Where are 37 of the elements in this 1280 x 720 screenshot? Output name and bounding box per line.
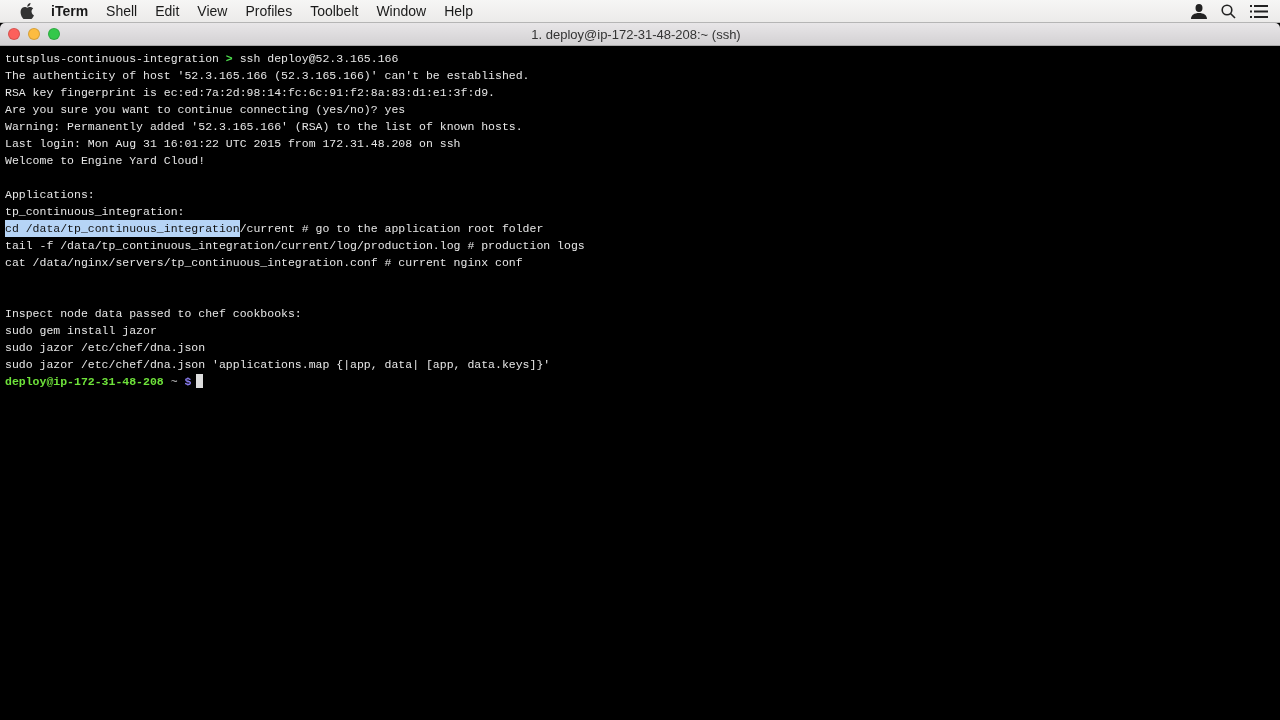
terminal-text: Warning: Permanently added '52.3.165.166' (RSA) to the list of known hosts.	[5, 119, 523, 135]
text-cursor	[196, 374, 204, 388]
terminal-text: tutsplus-continuous-integration	[5, 51, 220, 67]
menu-item[interactable]: Toolbelt	[301, 3, 368, 19]
terminal-text: The authenticity of host '52.3.165.166 (52.3.165.166)' can't be established.	[5, 68, 530, 84]
window-title: 1. deploy@ip-172-31-48-208:~ (ssh)	[530, 26, 742, 42]
menu-item[interactable]: Help	[435, 3, 482, 19]
prompt-dir: ~	[169, 374, 179, 390]
terminal-text: Last login: Mon Aug 31 16:01:22 UTC 2015 from 172.31.48.208 on ssh	[5, 136, 461, 152]
terminal-text: Inspect node data passed to chef cookbooks:	[5, 306, 302, 322]
menu-item[interactable]: Profiles	[236, 3, 302, 19]
app-menu[interactable]: iTerm	[42, 3, 98, 19]
terminal-text: tp_continuous_integration:	[5, 204, 185, 220]
user-icon[interactable]	[1191, 3, 1207, 19]
close-button[interactable]	[8, 28, 20, 40]
terminal-text: cat /data/nginx/servers/tp_continuous_integration.conf # current nginx conf	[5, 255, 523, 271]
terminal-text: Applications:	[5, 187, 95, 203]
terminal-text: sudo gem install jazor	[5, 323, 157, 339]
search-icon[interactable]	[1221, 3, 1236, 19]
menu-item[interactable]: Edit	[146, 3, 189, 19]
terminal-text: sudo jazor /etc/chef/dna.json 'applications.map {|app, data| [app, data.keys]}'	[5, 357, 551, 373]
terminal-text: /current # go to the application root folder	[239, 221, 544, 237]
list-icon[interactable]	[1250, 4, 1268, 18]
terminal-text: Are you sure you want to continue connecting (yes/no)? yes	[5, 102, 406, 118]
terminal-text: sudo jazor /etc/chef/dna.json	[5, 340, 206, 356]
prompt-host: deploy@ip-172-31-48-208	[5, 374, 164, 390]
apple-icon[interactable]	[20, 3, 34, 19]
terminal-text: tail -f /data/tp_continuous_integration/current/log/production.log # production logs	[5, 238, 585, 254]
terminal-text: Welcome to Engine Yard Cloud!	[5, 153, 206, 169]
prompt-dollar: $	[184, 374, 192, 390]
selected-text: cd /data/tp_continuous_integration	[5, 220, 240, 237]
menu-item[interactable]: View	[188, 3, 237, 19]
menu-item[interactable]: Shell	[97, 3, 147, 19]
terminal-text: ssh deploy@52.3.165.166	[238, 51, 399, 67]
menu-item[interactable]: Window	[367, 3, 436, 19]
terminal-text: RSA key fingerprint is ec:ed:7a:2d:98:14:fc:6c:91:f2:8a:83:d1:e1:3f:d9.	[5, 85, 495, 101]
prompt-arrow: >	[225, 51, 233, 67]
